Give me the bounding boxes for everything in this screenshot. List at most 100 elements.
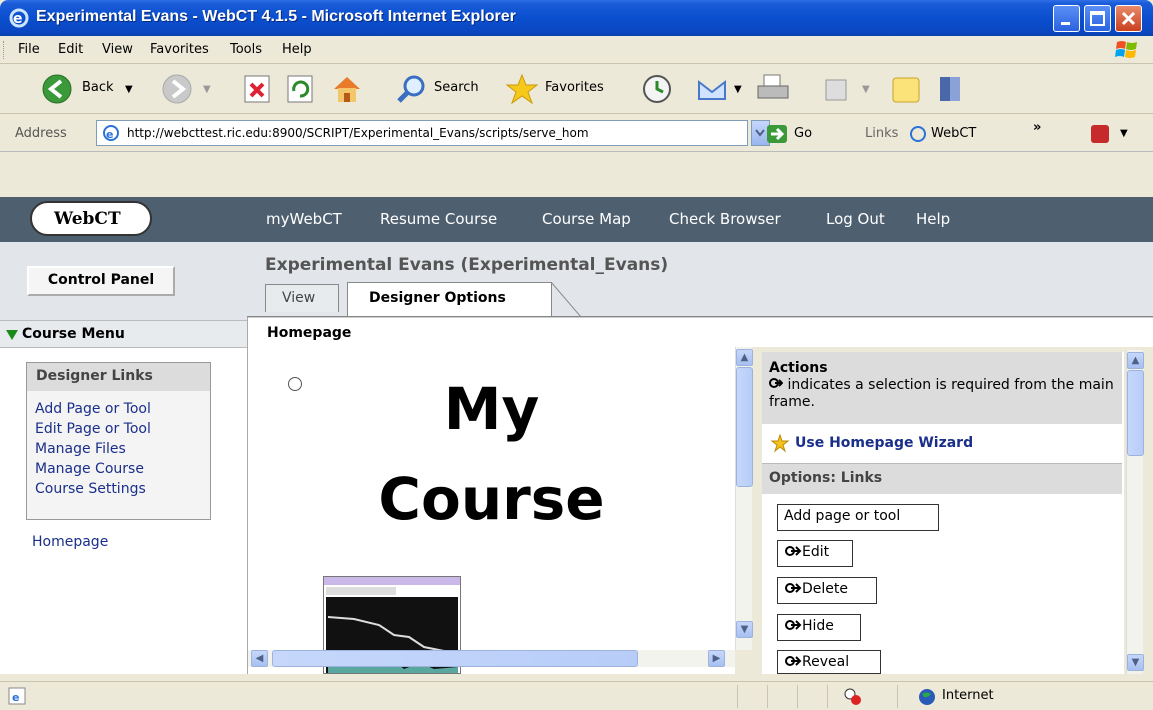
tab-corner-decoration [551,282,581,317]
scroll-thumb[interactable] [1127,370,1144,456]
link-manage-files[interactable]: Manage Files [35,441,126,457]
close-button[interactable] [1115,5,1142,32]
actions-panel: Actions indicates a selection is require… [762,352,1124,674]
back-label[interactable]: Back [82,80,114,95]
address-bar: Address e http://webcttest.ric.edu:8900/… [0,114,1153,152]
tab-designer-options[interactable]: Designer Options [347,282,552,317]
search-label[interactable]: Search [434,80,479,95]
status-cell [827,685,897,708]
scroll-right-icon[interactable]: ▶ [708,650,725,667]
forward-arrow-icon[interactable] [160,72,194,106]
scroll-down-icon[interactable]: ▼ [1127,654,1144,671]
nav-resume-course[interactable]: Resume Course [380,210,497,228]
status-cell [737,685,767,708]
globe-icon [919,689,935,705]
control-panel-button[interactable]: Control Panel [27,266,175,296]
mail-icon[interactable] [695,72,729,106]
edit-dropdown-icon[interactable]: ▼ [862,84,870,95]
edit-button[interactable]: Edit [777,540,853,567]
nav-mywebct[interactable]: myWebCT [266,210,342,228]
chevron-more-icon[interactable]: » [1033,120,1041,135]
back-dropdown-icon[interactable]: ▼ [125,84,133,95]
main-horizontal-scrollbar[interactable]: ◀ ▶ [248,650,735,667]
scroll-up-icon[interactable]: ▲ [736,349,753,366]
selection-required-icon [785,583,802,593]
delete-button[interactable]: Delete [777,577,877,604]
left-pane: Control Panel Course Menu Designer Links… [0,242,247,674]
ie-page-icon: e [103,125,119,141]
menu-favorites[interactable]: Favorites [150,42,209,57]
favorites-label[interactable]: Favorites [545,80,604,95]
course-menu-label: Course Menu [22,326,125,342]
toolbar-grip [3,41,6,59]
actions-header: Actions indicates a selection is require… [762,352,1122,424]
search-icon[interactable] [395,72,429,106]
link-manage-course[interactable]: Manage Course [35,461,144,477]
favorites-star-icon[interactable] [504,72,540,106]
add-page-or-tool-button[interactable]: Add page or tool [777,504,939,531]
refresh-icon[interactable] [285,72,315,106]
menu-file[interactable]: File [18,42,40,57]
maximize-button[interactable] [1084,5,1111,32]
nav-help[interactable]: Help [916,210,950,228]
acrobat-dropdown-icon[interactable]: ▼ [1120,128,1128,139]
menu-help[interactable]: Help [282,42,312,57]
minimize-button[interactable] [1053,5,1080,32]
windows-logo-icon [1115,41,1137,58]
menu-view[interactable]: View [102,42,133,57]
scroll-thumb[interactable] [272,650,638,667]
link-homepage[interactable]: Homepage [32,534,108,550]
selection-required-icon [785,620,802,630]
use-homepage-wizard-link[interactable]: Use Homepage Wizard [762,426,1122,464]
link-course-settings[interactable]: Course Settings [35,481,146,497]
nav-log-out[interactable]: Log Out [826,210,885,228]
acrobat-icon[interactable] [1088,122,1114,144]
selection-required-icon [785,546,802,556]
back-arrow-icon[interactable] [40,72,74,106]
menu-bar: File Edit View Favorites Tools Help [0,36,1153,64]
forward-dropdown-icon[interactable]: ▼ [203,84,211,95]
tab-view[interactable]: View [265,284,339,312]
designer-links-box: Designer Links Add Page or Tool Edit Pag… [26,362,211,520]
hide-button[interactable]: Hide [777,614,861,641]
nav-course-map[interactable]: Course Map [542,210,631,228]
actions-title: Actions [769,360,828,376]
mail-dropdown-icon[interactable]: ▼ [734,84,742,95]
menu-edit[interactable]: Edit [58,42,83,57]
discuss-icon[interactable] [890,72,924,106]
designer-links-title: Designer Links [27,363,210,391]
privacy-report-icon[interactable] [842,687,864,707]
actions-vertical-scrollbar[interactable]: ▲ ▼ [1126,350,1144,674]
scroll-left-icon[interactable]: ◀ [251,650,268,667]
selection-required-icon [769,378,784,388]
stop-icon[interactable] [242,72,272,106]
links-webct[interactable]: WebCT [931,126,976,141]
scroll-thumb[interactable] [736,367,753,487]
title-bar: e Experimental Evans - WebCT 4.1.5 - Mic… [0,0,1153,36]
webct-logo[interactable]: WebCT [30,201,152,236]
ie-page-icon: e [8,687,26,705]
address-input[interactable]: e http://webcttest.ric.edu:8900/SCRIPT/E… [96,120,748,146]
status-cell [797,685,827,708]
edit-page-icon[interactable] [822,72,850,106]
options-links-header: Options: Links [762,464,1122,494]
link-edit-page-or-tool[interactable]: Edit Page or Tool [35,421,151,437]
print-icon[interactable] [755,72,791,106]
course-menu-header[interactable]: Course Menu [0,320,247,348]
reveal-button[interactable]: Reveal [777,650,881,674]
svg-text:e: e [13,11,23,27]
actions-note: indicates a selection is required from t… [769,377,1114,410]
home-icon[interactable] [330,72,364,106]
go-button[interactable]: Go [794,126,812,141]
go-arrow-icon[interactable] [766,124,788,144]
menu-tools[interactable]: Tools [230,42,262,57]
research-icon[interactable] [935,72,969,106]
history-icon[interactable] [640,72,674,106]
address-url[interactable]: http://webcttest.ric.edu:8900/SCRIPT/Exp… [127,126,589,140]
scroll-up-icon[interactable]: ▲ [1127,352,1144,369]
svg-text:e: e [12,691,19,704]
nav-check-browser[interactable]: Check Browser [669,210,781,228]
scroll-down-icon[interactable]: ▼ [736,621,753,638]
link-add-page-or-tool[interactable]: Add Page or Tool [35,401,151,417]
main-vertical-scrollbar[interactable]: ▲ ▼ [735,347,753,650]
